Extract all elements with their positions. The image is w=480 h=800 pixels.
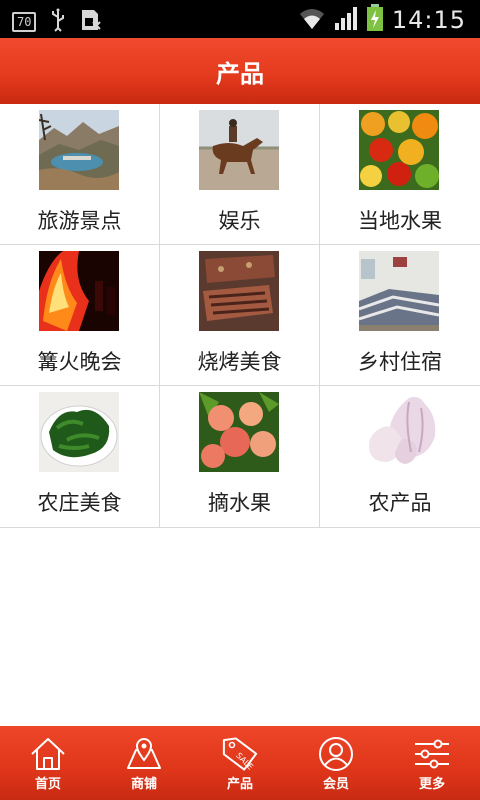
home-icon <box>28 734 68 774</box>
nav-item-member[interactable]: 会员 <box>288 726 384 800</box>
nav-label: 产品 <box>226 777 253 792</box>
status-bar: 70 14:15 <box>0 0 480 38</box>
product-tile-farm-produce[interactable]: 农产品 <box>320 386 480 527</box>
peach-picking-photo <box>199 392 279 472</box>
garlic-photo <box>359 392 439 472</box>
sim-icon <box>80 8 102 36</box>
farm-food-photo <box>39 392 119 472</box>
bonfire-photo <box>39 251 119 331</box>
header-bar: 产品 <box>0 38 480 104</box>
nav-label: 更多 <box>418 777 445 792</box>
product-label: 乡村住宿 <box>358 350 442 374</box>
usb-icon <box>50 8 66 36</box>
rural-lodging-photo <box>359 251 439 331</box>
nav-label: 会员 <box>322 777 349 792</box>
product-tile-bonfire[interactable]: 篝火晚会 <box>0 245 160 386</box>
product-tile-farm-food[interactable]: 农庄美食 <box>0 386 160 527</box>
battery-charging-icon <box>366 4 384 36</box>
product-label: 旅游景点 <box>37 209 122 233</box>
horse-riding-photo <box>199 110 279 190</box>
product-label: 摘水果 <box>208 491 271 515</box>
user-icon <box>316 734 356 774</box>
local-fruit-photo <box>359 110 439 190</box>
status-left: 70 <box>12 8 102 36</box>
status-right: 14:15 <box>298 4 466 36</box>
product-label: 娱乐 <box>218 209 261 233</box>
product-tile-lodging[interactable]: 乡村住宿 <box>320 245 480 386</box>
product-label: 烧烤美食 <box>197 350 282 374</box>
page-title: 产品 <box>216 59 264 88</box>
sale-tag-icon: SALE <box>220 734 260 774</box>
product-label: 篝火晚会 <box>37 350 122 374</box>
nav-label: 商铺 <box>130 777 157 792</box>
product-tile-bbq[interactable]: 烧烤美食 <box>160 245 320 386</box>
product-tile-entertainment[interactable]: 娱乐 <box>160 104 320 245</box>
nav-item-home[interactable]: 首页 <box>0 726 96 800</box>
nav-item-more[interactable]: 更多 <box>384 726 480 800</box>
signal-icon <box>334 5 358 35</box>
bottom-nav: 首页 商铺 SALE 产品 会员 更多 <box>0 726 480 800</box>
sliders-icon <box>412 734 452 774</box>
product-grid: 旅游景点 娱乐 当地水果 篝火晚会 烧烤美食 乡村住宿 农庄美食 摘水果 农产品 <box>0 104 480 528</box>
bbq-photo <box>199 251 279 331</box>
nav-item-products[interactable]: SALE 产品 <box>192 726 288 800</box>
map-icon <box>124 734 164 774</box>
nav-item-shops[interactable]: 商铺 <box>96 726 192 800</box>
product-label: 农庄美食 <box>37 491 122 515</box>
product-tile-local-fruit[interactable]: 当地水果 <box>320 104 480 245</box>
scenic-spot-photo <box>39 110 119 190</box>
wifi-icon <box>298 5 326 35</box>
product-label: 当地水果 <box>358 209 442 233</box>
product-tile-peach-picking[interactable]: 摘水果 <box>160 386 320 527</box>
notification-badge-icon: 70 <box>12 12 37 32</box>
product-tile-scenic[interactable]: 旅游景点 <box>0 104 160 245</box>
product-label: 农产品 <box>368 491 432 515</box>
nav-label: 首页 <box>34 777 61 792</box>
clock: 14:15 <box>391 6 466 34</box>
